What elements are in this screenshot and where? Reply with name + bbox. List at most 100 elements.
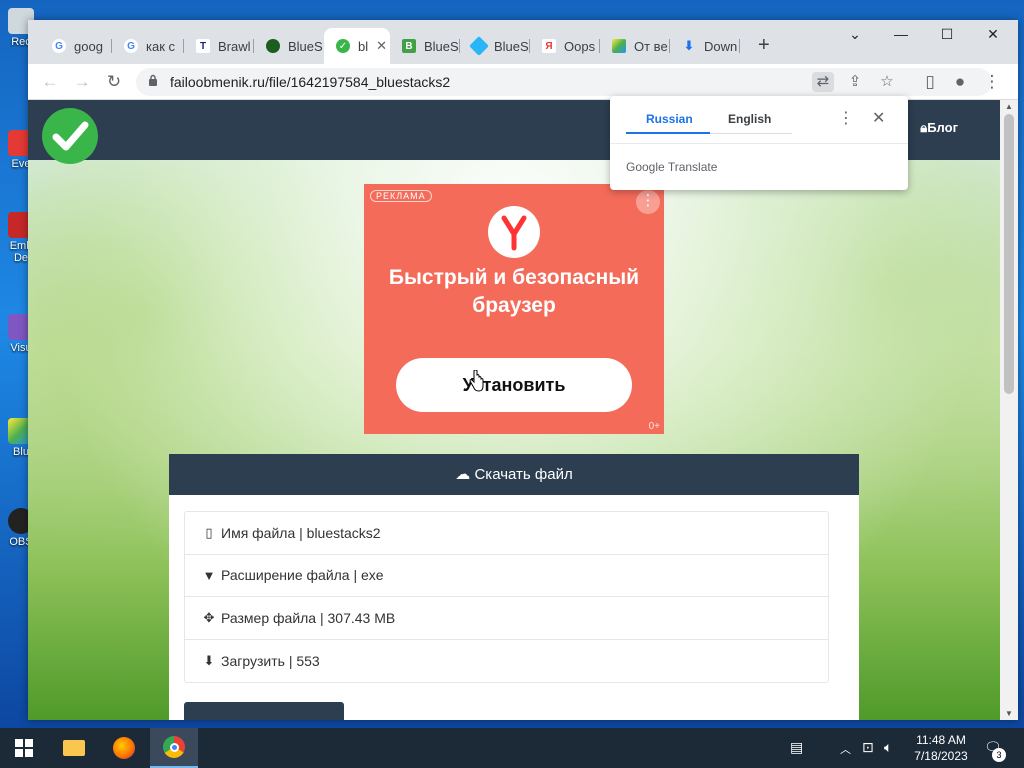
tab-label: BlueS xyxy=(288,38,323,54)
show-hidden-icons-chevron-icon[interactable]: ︿ xyxy=(840,741,851,757)
tab-answers[interactable]: От ве xyxy=(600,32,670,60)
site-logo[interactable] xyxy=(42,108,98,164)
file-size-text: Размер файла | 307.43 MB xyxy=(221,609,396,626)
bookmark-star-icon[interactable]: ☆ xyxy=(876,72,898,92)
page-scrollbar[interactable]: ▲ ▼ xyxy=(1000,100,1018,720)
folder-icon xyxy=(63,740,85,756)
close-window-button[interactable]: ✕ xyxy=(970,26,1016,43)
tab-search-chevron-icon[interactable]: ⌄ xyxy=(832,26,878,43)
install-button[interactable]: Установить xyxy=(396,358,632,412)
taskbar-chrome[interactable] xyxy=(150,728,198,768)
diamond-icon xyxy=(469,36,489,56)
lock-icon xyxy=(149,74,157,86)
taskbar: ▤ ︿ ⊡ 🔈︎ 11:48 AM 7/18/2023 🗨︎ 3 xyxy=(0,728,1024,768)
scrollbar-thumb[interactable] xyxy=(1004,114,1014,394)
back-button[interactable]: ← xyxy=(38,70,62,94)
translate-close-icon[interactable]: ✕ xyxy=(872,108,885,128)
news-icon[interactable]: ▤ xyxy=(790,739,803,756)
tab-close-icon[interactable]: ✕ xyxy=(376,38,387,54)
chrome-icon xyxy=(163,736,185,758)
cloud-download-icon: ☁ xyxy=(455,466,471,483)
blog-label: Блог xyxy=(927,120,958,135)
web-page: 🔒︎Блог РЕКЛАМА ⋮ Быстрый и безопасный бр… xyxy=(28,100,1000,720)
share-icon[interactable]: ⇪ xyxy=(844,72,866,92)
volume-muted-icon[interactable]: 🔈︎ xyxy=(884,739,892,756)
tab-downloads[interactable]: ⬇ Down xyxy=(670,32,740,60)
translate-tab-english[interactable]: English xyxy=(728,112,771,126)
download-count-text: Загрузить | 553 xyxy=(221,652,320,669)
google-icon: G xyxy=(52,39,66,53)
taskbar-firefox[interactable] xyxy=(100,728,148,768)
t-icon: T xyxy=(196,39,210,53)
check-icon: ✓ xyxy=(336,39,350,53)
minimize-button[interactable]: — xyxy=(878,26,924,42)
checkmark-icon xyxy=(52,121,89,151)
file-size-row: ✥ Размер файла | 307.43 MB xyxy=(185,597,828,640)
tab-label: goog xyxy=(74,38,103,54)
reload-button[interactable]: ↻ xyxy=(102,70,126,94)
tab-label: как с xyxy=(146,38,176,54)
scroll-down-icon[interactable]: ▼ xyxy=(1000,709,1018,718)
translate-icon[interactable]: ⇄ xyxy=(812,72,834,92)
ad-headline-line: Быстрый и безопасный xyxy=(388,266,640,289)
active-tab-indicator xyxy=(626,132,710,134)
forward-button[interactable]: → xyxy=(70,70,94,94)
tab-label: От ве xyxy=(634,38,668,54)
taskbar-file-explorer[interactable] xyxy=(50,728,98,768)
tab-label: Oops xyxy=(564,38,596,54)
yandex-logo-icon xyxy=(488,206,540,258)
download-header-title: Скачать файл xyxy=(474,466,573,483)
file-extension-row: ▼ Расширение файла | exe xyxy=(185,555,828,597)
maximize-button[interactable]: ☐ xyxy=(924,26,970,43)
notification-count-badge: 3 xyxy=(992,748,1006,762)
network-icon[interactable]: ⊡ xyxy=(862,739,874,756)
scroll-up-icon[interactable]: ▲ xyxy=(1000,102,1018,111)
file-icon: ▯ xyxy=(205,524,213,540)
new-tab-button[interactable]: + xyxy=(758,34,770,57)
translate-options-icon[interactable]: ⋮ xyxy=(838,108,854,128)
globe-icon xyxy=(266,39,280,53)
download-icon: ⬇ xyxy=(683,38,695,53)
ad-menu-icon[interactable]: ⋮ xyxy=(636,190,660,214)
profile-icon[interactable]: ● xyxy=(948,70,972,94)
download-count-row: ⬇ Загрузить | 553 xyxy=(185,640,828,683)
yandex-browser-ad[interactable]: РЕКЛАМА ⋮ Быстрый и безопасный браузер У… xyxy=(364,184,664,434)
tab-label: BlueS xyxy=(494,38,529,54)
tab-active-failoobmenik[interactable]: ✓ bl ✕ xyxy=(324,28,390,64)
filter-icon: ▼ xyxy=(202,567,216,583)
bluestacks-icon xyxy=(612,39,626,53)
tab-google-search-2[interactable]: G как с xyxy=(112,32,184,60)
ad-headline-line: браузер xyxy=(472,294,556,317)
tab-brawl[interactable]: T Brawl xyxy=(184,32,254,60)
google-icon: G xyxy=(124,39,138,53)
tab-bluestacks-3[interactable]: BlueS xyxy=(460,32,530,60)
side-panel-icon[interactable]: ▯ xyxy=(918,70,942,94)
yandex-icon: Я xyxy=(542,39,556,53)
tab-bluestacks-2[interactable]: B BlueS xyxy=(390,32,460,60)
age-rating: 0+ xyxy=(648,421,660,432)
translate-tab-russian[interactable]: Russian xyxy=(646,112,693,126)
blog-link[interactable]: 🔒︎Блог xyxy=(920,120,958,136)
browser-toolbar: ← → ↻ failoobmenik.ru/file/1642197584_bl… xyxy=(28,64,1018,100)
tab-label: Down xyxy=(704,38,738,54)
download-button[interactable] xyxy=(184,702,344,720)
tab-oops[interactable]: Я Oops xyxy=(530,32,600,60)
windows-logo-icon xyxy=(15,739,33,757)
crosshair-icon: ✥ xyxy=(203,609,215,625)
tab-google-search-1[interactable]: G goog xyxy=(40,32,112,60)
file-name-row: ▯ Имя файла | bluestacks2 xyxy=(185,512,828,555)
menu-kebab-icon[interactable]: ⋮ xyxy=(980,70,1004,94)
start-button[interactable] xyxy=(0,728,48,768)
file-name-text: Имя файла | bluestacks2 xyxy=(221,524,381,541)
google-translate-popup: Russian English ⋮ ✕ Google Translate xyxy=(610,96,908,190)
tab-bluestacks-1[interactable]: BlueS xyxy=(254,32,324,60)
url-text: failoobmenik.ru/file/1642197584_bluestac… xyxy=(170,74,451,90)
browser-window: G goog G как с T Brawl BlueS ✓ bl ✕ B Bl… xyxy=(28,20,1018,720)
address-bar[interactable]: failoobmenik.ru/file/1642197584_bluestac… xyxy=(136,68,992,96)
ad-badge: РЕКЛАМА xyxy=(370,190,432,202)
google-translate-brand: Google Translate xyxy=(626,160,718,174)
system-clock[interactable]: 11:48 AM 7/18/2023 xyxy=(906,732,976,764)
tab-label: bl xyxy=(358,38,369,54)
hand-cursor-icon xyxy=(469,370,484,392)
b-icon: B xyxy=(402,39,416,53)
